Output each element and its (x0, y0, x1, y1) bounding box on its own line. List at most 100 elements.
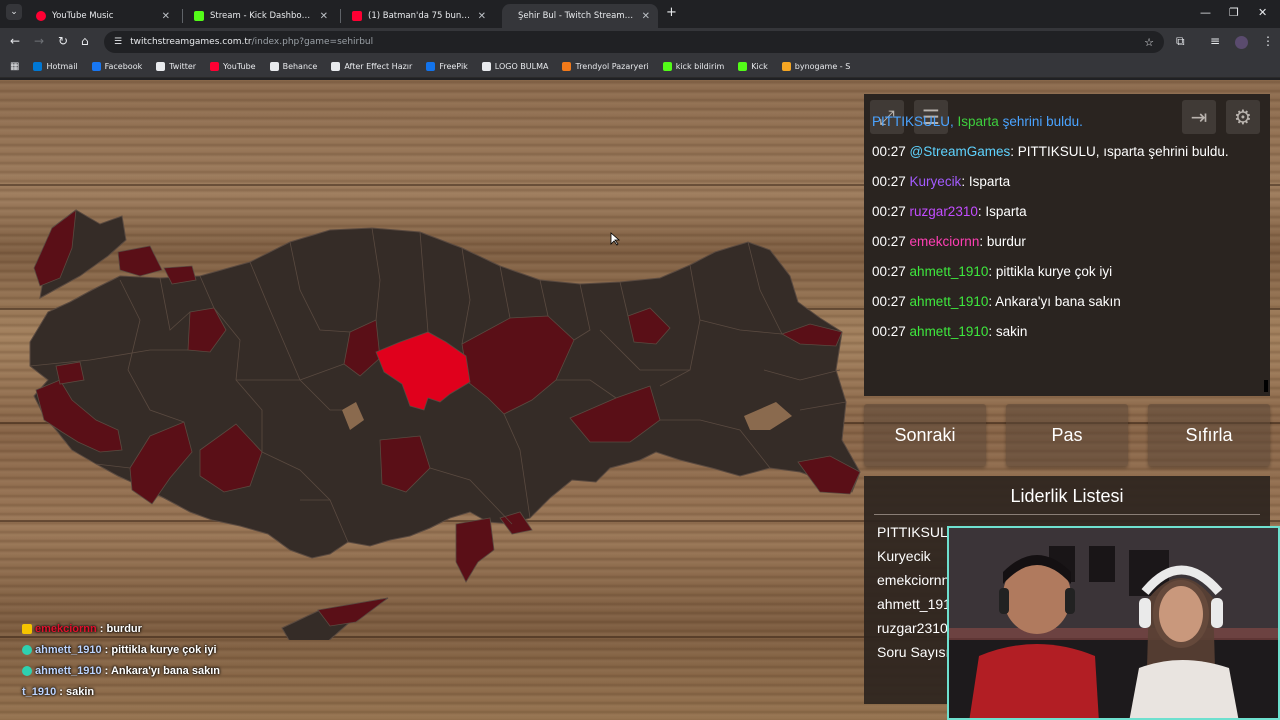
browser-toolbar: ← → ↻ ⌂ ☰ twitchstreamgames.com.tr/index… (0, 28, 1280, 56)
url-host: twitchstreamgames.com.tr (130, 37, 252, 47)
bookmark-2[interactable]: Twitter (156, 62, 196, 71)
chat-text: : burdur (979, 234, 1026, 249)
menu-icon[interactable]: ⋮ (1262, 34, 1274, 48)
media-control-icon[interactable]: ≡ (1210, 34, 1220, 48)
overlay-chat-message: emekciornn: burdur (22, 618, 220, 639)
pass-button[interactable]: Pas (1006, 404, 1128, 466)
bookmark-11[interactable]: bynogame - S (781, 62, 851, 71)
chat-message: 00:27 ahmett_1910: pittikla kurye çok iy… (872, 262, 1264, 292)
found-province[interactable] (317, 597, 389, 627)
leaderboard-title: Liderlik Listesi (1010, 486, 1124, 506)
game-page: ⤢ ☰ ⇥ ⚙ PITTIKSULU, Isparta şehrini buld… (0, 80, 1280, 720)
chat-time: 00:27 (872, 144, 910, 159)
found-province[interactable] (55, 361, 85, 385)
bookmark-label: Kick (751, 62, 768, 71)
overlay-chat-username: t_1910 (22, 685, 57, 698)
tab-youtube-music[interactable]: YouTube Music ✕ (28, 4, 178, 28)
forward-icon[interactable]: → (34, 34, 44, 48)
bookmark-7[interactable]: LOGO BULMA (481, 62, 549, 71)
bookmarks-bar: ▦ Hotmail Facebook Twitter YouTube Behance Af… (0, 56, 1280, 78)
new-tab-icon[interactable]: + (666, 5, 677, 20)
overlay-chat-text: : Ankara'yı bana sakın (104, 664, 220, 677)
extensions-icon[interactable]: ⧉ (1176, 34, 1185, 49)
bookmark-4[interactable]: Behance (269, 62, 317, 71)
back-icon[interactable]: ← (10, 34, 20, 48)
bookmark-5[interactable]: After Effect Hazır (331, 62, 412, 71)
reset-button[interactable]: Sıfırla (1148, 404, 1270, 466)
url-path: /index.php?game=sehirbul (251, 37, 374, 47)
overlay-chat-text: : sakin (59, 685, 95, 698)
address-bar[interactable]: ☰ twitchstreamgames.com.tr/index.php?gam… (104, 31, 1164, 53)
chat-text: : PITTIKSULU, ısparta şehrini buldu. (1010, 144, 1229, 159)
chat-message: 00:27 ahmett_1910: Ankara'yı bana sakın (872, 292, 1264, 322)
chat-time: 00:27 (872, 264, 910, 279)
tab-label: (1) Batman'da 75 bungalov ev y (368, 11, 472, 21)
overlay-chat-username: ahmett_1910 (35, 664, 102, 677)
bookmark-label: bynogame - S (794, 62, 851, 71)
overlay-chat-text: : burdur (99, 622, 142, 635)
chat-message: 00:27 emekciornn: burdur (872, 232, 1264, 262)
bookmark-favicon-icon (331, 62, 341, 71)
chat-scrollbar[interactable] (1264, 380, 1268, 392)
bookmark-10[interactable]: Kick (738, 62, 768, 71)
chat-time: 00:27 (872, 234, 910, 249)
avatar[interactable] (1235, 36, 1248, 49)
reload-icon[interactable]: ↻ (58, 34, 68, 48)
bookmark-label: LOGO BULMA (494, 62, 549, 71)
bookmark-6[interactable]: FreePik (426, 62, 468, 71)
chat-message: 00:27 ruzgar2310: Isparta (872, 202, 1264, 232)
chat-username: ahmett_1910 (909, 294, 989, 309)
turkey-map[interactable] (0, 80, 862, 640)
close-window-icon[interactable]: ✕ (1258, 6, 1267, 19)
crown-badge-icon (22, 623, 32, 634)
tab-sehir-bul[interactable]: Şehir Bul - Twitch Stream Game ✕ (502, 4, 658, 28)
chat-username: Kuryecik (909, 174, 962, 189)
chat-message: 00:27 ahmett_1910: sakin (872, 322, 1264, 352)
chat-time: 00:27 (872, 174, 910, 189)
bookmark-0[interactable]: Hotmail (33, 62, 78, 71)
bookmark-label: Twitter (169, 62, 197, 71)
bookmark-label: kick bildirim (675, 62, 725, 71)
restore-icon[interactable]: ❐ (1229, 6, 1239, 19)
found-province[interactable] (117, 245, 163, 277)
mouse-cursor-icon (610, 232, 620, 246)
tab-search-icon[interactable]: ⌄ (6, 4, 22, 20)
found-province[interactable] (455, 517, 495, 583)
stream-chat-overlay: emekciornn: burdur ahmett_1910: pittikla … (22, 618, 220, 702)
bookmark-8[interactable]: Trendyol Pazaryeri (562, 62, 649, 71)
bookmark-3[interactable]: YouTube (210, 62, 256, 71)
tab-label: YouTube Music (52, 11, 114, 21)
game-controls: Sonraki Pas Sıfırla (864, 404, 1270, 466)
bookmark-favicon-icon (156, 62, 166, 71)
tab-close-icon[interactable]: ✕ (320, 11, 328, 22)
overlay-chat-username: ahmett_1910 (35, 643, 102, 656)
chat-username: ahmett_1910 (909, 264, 989, 279)
minimize-icon[interactable]: — (1200, 6, 1211, 19)
bookmark-star-icon[interactable]: ☆ (1144, 36, 1154, 49)
apps-grid-icon[interactable]: ▦ (10, 61, 19, 72)
next-button[interactable]: Sonraki (864, 404, 986, 466)
divider (874, 514, 1260, 515)
chat-message: 00:27 @StreamGames: PITTIKSULU, ısparta … (872, 142, 1264, 172)
chat-panel: ⤢ ☰ ⇥ ⚙ PITTIKSULU, Isparta şehrini buld… (864, 94, 1270, 396)
chat-text: : Ankara'yı bana sakın (988, 294, 1121, 309)
tab-kick-dashboard[interactable]: Stream - Kick Dashboard ✕ (186, 4, 336, 28)
bookmark-1[interactable]: Facebook (91, 62, 143, 71)
bookmark-label: FreePik (439, 62, 468, 71)
overlay-chat-username: emekciornn (35, 622, 97, 635)
tab-close-icon[interactable]: ✕ (478, 11, 486, 22)
chat-text: : Isparta (961, 174, 1011, 189)
browser-tab-strip: ⌄ YouTube Music ✕ Stream - Kick Dashboar… (0, 0, 1280, 28)
tab-youtube-video[interactable]: (1) Batman'da 75 bungalov ev y ✕ (344, 4, 494, 28)
overlay-chat-message: ahmett_1910: pittikla kurye çok iyi (22, 639, 220, 660)
home-icon[interactable]: ⌂ (81, 34, 89, 48)
bookmark-label: Facebook (104, 62, 143, 71)
chat-text: : pittikla kurye çok iyi (988, 264, 1113, 279)
youtube-icon (352, 11, 362, 21)
chat-username: ahmett_1910 (909, 324, 989, 339)
youtube-music-icon (36, 11, 46, 21)
tab-close-icon[interactable]: ✕ (162, 11, 170, 22)
bookmark-9[interactable]: kick bildirim (662, 62, 725, 71)
tab-close-icon[interactable]: ✕ (642, 11, 650, 22)
site-info-icon[interactable]: ☰ (114, 37, 122, 47)
